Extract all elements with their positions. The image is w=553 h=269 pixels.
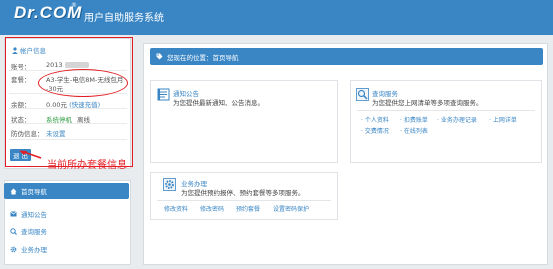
notice-card-desc: 为您提供最新通知、公告消息。	[173, 99, 264, 107]
business-link-password-protection[interactable]: 设置密码保护	[273, 204, 309, 213]
query-card-desc: 为您提供您上网清单等多项查询服务。	[372, 99, 483, 107]
sidebar-item-label: 通知公告	[21, 211, 47, 219]
header-bar: Dr.COM ® 用户自助服务系统	[0, 0, 553, 35]
search-icon	[10, 227, 17, 235]
annotation-ellipse	[38, 69, 128, 97]
business-link-change-password[interactable]: 修改密码	[200, 204, 224, 213]
system-title: 用户自助服务系统	[84, 13, 164, 24]
annotation-note: 当前所办套餐信息	[47, 160, 127, 171]
business-link-reserve-package[interactable]: 预约套餐	[236, 204, 260, 213]
sidebar-item-home[interactable]: 首页导航	[4, 183, 129, 199]
divider	[357, 110, 535, 111]
query-link-profile[interactable]: · 个人资料	[361, 115, 389, 124]
business-link-edit-profile[interactable]: 修改资料	[164, 204, 188, 213]
notebook-icon	[157, 88, 170, 101]
search-icon	[356, 88, 369, 101]
business-card-desc: 为您提供预约报停、预约套餐等多项服务。	[181, 189, 305, 197]
annotation-frame	[5, 37, 133, 167]
query-link-business-records[interactable]: · 业务办理记录	[437, 115, 477, 124]
sidebar-item-business[interactable]: 业务办理	[10, 244, 47, 254]
gear-icon	[163, 178, 176, 191]
tag-icon	[156, 53, 163, 60]
sidebar-item-notice[interactable]: 通知公告	[10, 209, 47, 219]
gear-icon	[10, 246, 17, 252]
query-link-billing[interactable]: · 扣费账单	[400, 115, 428, 124]
breadcrumb: 您现在的位置：首页导航	[150, 48, 543, 65]
sidebar-item-label: 业务办理	[21, 246, 47, 254]
query-link-payments[interactable]: · 交费情况	[361, 126, 389, 135]
envelope-icon	[10, 211, 17, 217]
annotation-arrow-icon	[19, 150, 42, 159]
sidebar-item-query[interactable]: 查询服务	[10, 226, 47, 236]
query-link-online-details[interactable]: · 上网详单	[489, 115, 517, 124]
divider	[157, 200, 331, 201]
sidebar-item-label: 查询服务	[21, 228, 47, 236]
home-icon	[10, 188, 17, 194]
query-link-online-list[interactable]: · 在线列表	[400, 126, 428, 135]
registered-mark: ®	[71, 2, 77, 9]
breadcrumb-label: 您现在的位置：首页导航	[167, 53, 239, 62]
sidebar-item-label: 首页导航	[21, 188, 47, 196]
